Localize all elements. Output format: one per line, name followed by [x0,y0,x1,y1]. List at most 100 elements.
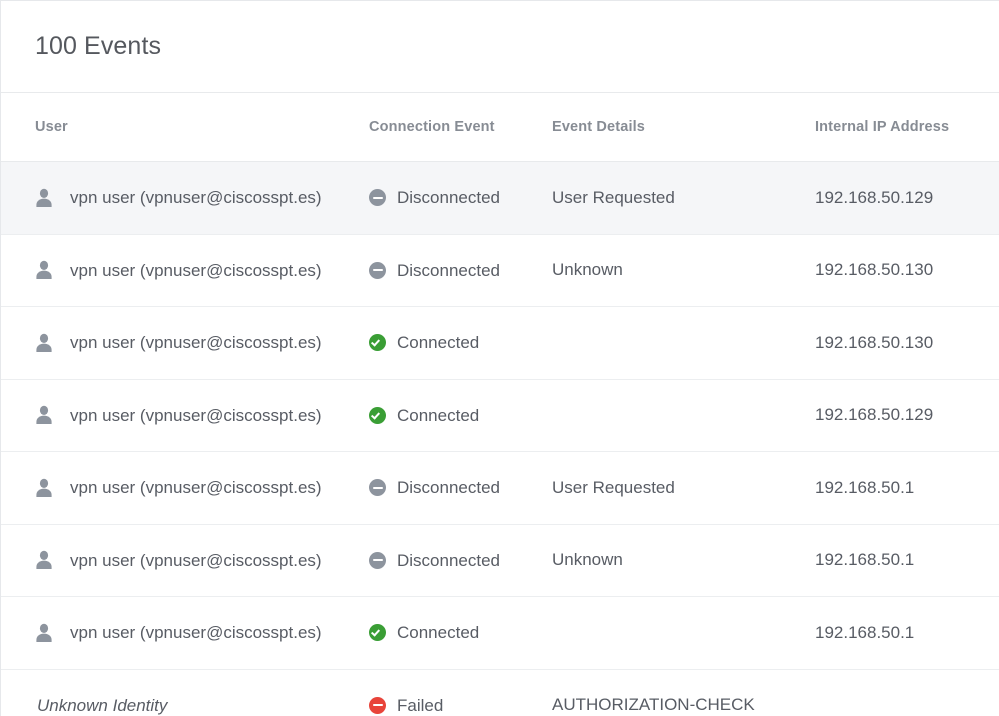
cell-event-details: Unknown [552,234,815,307]
cell-user: vpn user (vpnuser@ciscosspt.es) [1,524,369,597]
user-name: vpn user (vpnuser@ciscosspt.es) [70,260,322,280]
table-row[interactable]: Unknown Identity Failed AUTHORIZATION-CHEC… [1,669,999,716]
page-title: 100 Events [35,32,162,60]
status-label: Disconnected [397,188,501,208]
table-row[interactable]: vpn user (vpnuser@ciscosspt.es) Connected… [1,596,999,670]
circle-check-icon [369,334,386,352]
status-badge: Disconnected [369,260,552,280]
user-cell: Unknown Identity [35,697,369,714]
cell-event-details [552,306,815,380]
table-row[interactable]: vpn user (vpnuser@ciscosspt.es) Disconnec… [1,524,999,597]
event-details-value: User Requested [552,477,675,497]
user-cell: vpn user (vpnuser@ciscosspt.es) [35,623,369,643]
cell-event-details: User Requested [552,161,815,235]
cell-user: vpn user (vpnuser@ciscosspt.es) [1,379,369,452]
events-panel: 100 Events User Connection Event Event D… [0,0,999,716]
status-badge: Connected [369,334,552,352]
cell-connection-event: Disconnected [369,451,552,525]
panel-header: 100 Events [1,1,999,93]
internal-ip-value: 192.168.50.1 [815,622,915,642]
cell-event-details: AUTHORIZATION-CHECK [552,669,815,716]
event-details-value: Unknown [552,550,623,570]
user-unknown-identity: Unknown Identity [37,695,168,715]
status-label: Connected [397,405,480,425]
user-name: vpn user (vpnuser@ciscosspt.es) [70,333,322,353]
events-table: User Connection Event Event Details Inte… [1,93,999,716]
cell-connection-event: Disconnected [369,524,552,597]
cell-internal-ip-address: 192.168.50.1 [815,451,999,525]
column-header-connection-event[interactable]: Connection Event [369,93,552,162]
status-badge: Disconnected [369,550,552,570]
user-name: vpn user (vpnuser@ciscosspt.es) [70,550,322,570]
person-icon [36,478,52,497]
cell-internal-ip-address: 192.168.50.130 [815,234,999,307]
person-icon [36,623,52,642]
cell-internal-ip-address: 192.168.50.1 [815,596,999,670]
circle-check-icon [369,624,386,642]
internal-ip-value: 192.168.50.130 [815,260,934,280]
user-cell: vpn user (vpnuser@ciscosspt.es) [35,550,369,570]
circle-minus-icon [369,696,386,714]
table-row[interactable]: vpn user (vpnuser@ciscosspt.es) Disconnec… [1,234,999,307]
table-header: User Connection Event Event Details Inte… [1,93,999,162]
cell-connection-event: Connected [369,596,552,670]
cell-user: vpn user (vpnuser@ciscosspt.es) [1,451,369,525]
status-label: Disconnected [397,260,501,280]
circle-minus-icon [369,479,386,497]
user-name: vpn user (vpnuser@ciscosspt.es) [70,405,322,425]
column-header-internal-ip-address[interactable]: Internal IP Address [815,93,999,162]
status-label: Connected [397,623,480,643]
cell-user: vpn user (vpnuser@ciscosspt.es) [1,596,369,670]
cell-user: Unknown Identity [1,669,369,716]
user-name: vpn user (vpnuser@ciscosspt.es) [70,623,322,643]
circle-check-icon [369,406,386,424]
table-row[interactable]: vpn user (vpnuser@ciscosspt.es) Disconnec… [1,451,999,525]
cell-event-details [552,379,815,452]
cell-internal-ip-address: 192.168.50.129 [815,379,999,452]
user-cell: vpn user (vpnuser@ciscosspt.es) [35,478,369,498]
cell-user: vpn user (vpnuser@ciscosspt.es) [1,306,369,380]
internal-ip-value: 192.168.50.129 [815,187,934,207]
cell-connection-event: Connected [369,379,552,452]
table-body: vpn user (vpnuser@ciscosspt.es) Disconnec… [1,161,999,716]
user-cell: vpn user (vpnuser@ciscosspt.es) [35,333,369,353]
user-name: vpn user (vpnuser@ciscosspt.es) [70,188,322,208]
circle-minus-icon [369,261,386,279]
column-header-user[interactable]: User [1,93,369,162]
event-details-value: User Requested [552,187,675,207]
user-cell: vpn user (vpnuser@ciscosspt.es) [35,188,369,208]
status-badge: Connected [369,623,552,643]
person-icon [36,261,52,280]
person-icon [36,551,52,570]
column-header-event-details[interactable]: Event Details [552,93,815,162]
person-icon [36,333,52,352]
cell-connection-event: Disconnected [369,234,552,307]
status-label: Disconnected [397,550,501,570]
table-header-row: User Connection Event Event Details Inte… [1,93,999,162]
cell-internal-ip-address: 192.168.50.1 [815,524,999,597]
event-details-value: Unknown [552,260,623,280]
person-icon [36,188,52,207]
user-name: vpn user (vpnuser@ciscosspt.es) [70,478,322,498]
status-label: Failed [397,695,444,715]
internal-ip-value: 192.168.50.129 [815,405,934,425]
status-badge: Connected [369,405,552,425]
person-icon [36,406,52,425]
table-row[interactable]: vpn user (vpnuser@ciscosspt.es) Connected… [1,379,999,452]
table-row[interactable]: vpn user (vpnuser@ciscosspt.es) Connected… [1,306,999,380]
table-row[interactable]: vpn user (vpnuser@ciscosspt.es) Disconnec… [1,161,999,235]
status-badge: Failed [369,695,552,715]
cell-internal-ip-address: 192.168.50.129 [815,161,999,235]
cell-event-details [552,596,815,670]
cell-connection-event: Connected [369,306,552,380]
event-details-value: AUTHORIZATION-CHECK [552,695,755,715]
internal-ip-value: 192.168.50.130 [815,332,934,352]
cell-internal-ip-address: 192.168.50.130 [815,306,999,380]
status-label: Disconnected [397,478,501,498]
status-badge: Disconnected [369,188,552,208]
circle-minus-icon [369,551,386,569]
cell-event-details: Unknown [552,524,815,597]
user-cell: vpn user (vpnuser@ciscosspt.es) [35,260,369,280]
circle-minus-icon [369,189,386,207]
internal-ip-value: 192.168.50.1 [815,550,915,570]
